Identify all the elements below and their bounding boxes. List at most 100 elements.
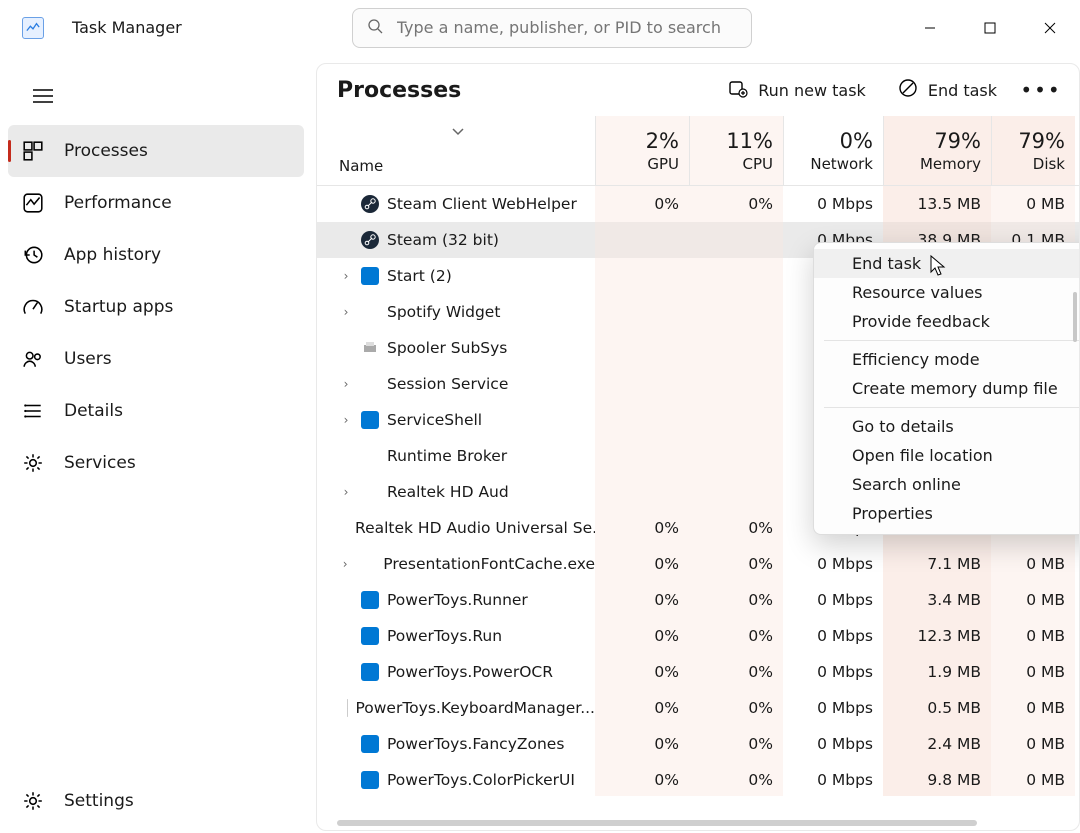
titlebar: Task Manager bbox=[0, 0, 1080, 55]
nav-startup-apps[interactable]: Startup apps bbox=[8, 281, 304, 333]
cell-gpu: 0% bbox=[595, 690, 689, 726]
process-row[interactable]: PowerToys.Runner0%0%0 Mbps3.4 MB0 MB bbox=[317, 582, 1079, 618]
nav-label: Services bbox=[64, 453, 136, 473]
end-task-label: End task bbox=[928, 81, 997, 100]
process-name: Steam (32 bit) bbox=[387, 231, 499, 249]
cell-gpu bbox=[595, 438, 689, 474]
cell-disk: 0 MB bbox=[991, 186, 1075, 222]
process-row[interactable]: Steam Client WebHelper0%0%0 Mbps13.5 MB0… bbox=[317, 186, 1079, 222]
process-row[interactable]: PowerToys.Run0%0%0 Mbps12.3 MB0 MB bbox=[317, 618, 1079, 654]
row-expander[interactable]: › bbox=[339, 557, 351, 571]
col-header-network[interactable]: 0%Network bbox=[783, 116, 883, 185]
cell-gpu: 0% bbox=[595, 582, 689, 618]
generic-process-icon bbox=[359, 555, 375, 573]
maximize-button[interactable] bbox=[960, 8, 1020, 48]
process-name: Spooler SubSys bbox=[387, 339, 507, 357]
nav-services[interactable]: Services bbox=[8, 437, 304, 489]
printer-icon bbox=[361, 339, 379, 357]
powertoys-icon bbox=[361, 771, 379, 789]
cell-cpu: 0% bbox=[689, 762, 783, 796]
cell-disk: 0 MB bbox=[991, 618, 1075, 654]
cell-disk: 0 MB bbox=[991, 690, 1075, 726]
nav-users[interactable]: Users bbox=[8, 333, 304, 385]
row-expander[interactable]: › bbox=[339, 413, 353, 427]
context-menu-item[interactable]: Open file location bbox=[814, 441, 1080, 470]
window-icon bbox=[361, 267, 379, 285]
process-row[interactable]: PowerToys.PowerOCR0%0%0 Mbps1.9 MB0 MB bbox=[317, 654, 1079, 690]
hamburger-button[interactable] bbox=[20, 73, 66, 119]
nav-app-history[interactable]: App history bbox=[8, 229, 304, 281]
nav-performance[interactable]: Performance bbox=[8, 177, 304, 229]
cell-cpu: 0% bbox=[689, 546, 783, 582]
nav-processes[interactable]: Processes bbox=[8, 125, 304, 177]
context-menu-item[interactable]: Resource values bbox=[814, 278, 1080, 307]
process-name: PowerToys.Run bbox=[387, 627, 502, 645]
search-bar[interactable] bbox=[352, 8, 752, 48]
cell-cpu: 0% bbox=[689, 618, 783, 654]
context-menu-item[interactable]: Efficiency mode bbox=[814, 345, 1080, 374]
process-row[interactable]: PowerToys.KeyboardManager...0%0%0 Mbps0.… bbox=[317, 690, 1079, 726]
cell-disk: 0 MB bbox=[991, 654, 1075, 690]
column-headers: Name 2%GPU 11%CPU 0%Network 79%Memory 79… bbox=[317, 116, 1079, 186]
row-expander[interactable]: › bbox=[339, 269, 353, 283]
cell-gpu bbox=[595, 474, 689, 510]
nav-label: App history bbox=[64, 245, 161, 265]
minimize-button[interactable] bbox=[900, 8, 960, 48]
cell-gpu bbox=[595, 330, 689, 366]
end-task-button[interactable]: End task bbox=[892, 72, 1003, 108]
cell-memory: 3.4 MB bbox=[883, 582, 991, 618]
process-row[interactable]: PowerToys.ColorPickerUI0%0%0 Mbps9.8 MB0… bbox=[317, 762, 1079, 796]
cell-memory: 7.1 MB bbox=[883, 546, 991, 582]
process-name: Runtime Broker bbox=[387, 447, 507, 465]
process-name: PowerToys.FancyZones bbox=[387, 735, 564, 753]
col-header-name[interactable]: Name bbox=[317, 116, 595, 185]
more-options-button[interactable]: ••• bbox=[1023, 72, 1059, 108]
cell-memory: 12.3 MB bbox=[883, 618, 991, 654]
cell-gpu: 0% bbox=[595, 618, 689, 654]
search-input[interactable] bbox=[397, 18, 737, 37]
process-name: Realtek HD Aud bbox=[387, 483, 509, 501]
context-menu-item[interactable]: Properties bbox=[814, 499, 1080, 528]
run-new-task-button[interactable]: Run new task bbox=[722, 72, 872, 108]
cell-cpu: 0% bbox=[689, 690, 783, 726]
steam-icon bbox=[361, 195, 379, 213]
row-expander[interactable]: › bbox=[339, 305, 353, 319]
vertical-scrollbar[interactable] bbox=[1073, 292, 1077, 342]
cell-gpu bbox=[595, 294, 689, 330]
close-button[interactable] bbox=[1020, 8, 1080, 48]
process-name: PowerToys.ColorPickerUI bbox=[387, 771, 575, 789]
app-icon bbox=[22, 17, 44, 39]
nav-settings[interactable]: Settings bbox=[8, 775, 304, 827]
process-row[interactable]: ›PresentationFontCache.exe0%0%0 Mbps7.1 … bbox=[317, 546, 1079, 582]
context-menu-item[interactable]: Search online bbox=[814, 470, 1080, 499]
window-controls bbox=[900, 8, 1080, 48]
context-menu-item[interactable]: Provide feedback bbox=[814, 307, 1080, 336]
cell-cpu bbox=[689, 438, 783, 474]
cell-gpu: 0% bbox=[595, 510, 689, 546]
cell-cpu bbox=[689, 402, 783, 438]
run-task-label: Run new task bbox=[758, 81, 866, 100]
context-menu-item[interactable]: Go to details bbox=[814, 412, 1080, 441]
col-header-disk[interactable]: 79%Disk bbox=[991, 116, 1075, 185]
cell-cpu bbox=[689, 222, 783, 258]
steam-icon bbox=[361, 231, 379, 249]
gear-icon bbox=[22, 452, 44, 474]
cell-memory: 1.9 MB bbox=[883, 654, 991, 690]
process-row[interactable]: PowerToys.FancyZones0%0%0 Mbps2.4 MB0 MB bbox=[317, 726, 1079, 762]
row-expander[interactable]: › bbox=[339, 485, 353, 499]
end-task-icon bbox=[898, 78, 918, 102]
cell-cpu bbox=[689, 366, 783, 402]
context-menu-item[interactable]: End task bbox=[814, 249, 1080, 278]
col-header-cpu[interactable]: 11%CPU bbox=[689, 116, 783, 185]
horizontal-scrollbar[interactable] bbox=[337, 820, 977, 826]
cell-gpu bbox=[595, 402, 689, 438]
context-menu-item[interactable]: Create memory dump file bbox=[814, 374, 1080, 403]
search-icon bbox=[367, 18, 383, 38]
col-header-gpu[interactable]: 2%GPU bbox=[595, 116, 689, 185]
panel-title: Processes bbox=[337, 78, 461, 103]
cell-cpu: 0% bbox=[689, 726, 783, 762]
cell-cpu bbox=[689, 330, 783, 366]
col-header-memory[interactable]: 79%Memory bbox=[883, 116, 991, 185]
nav-details[interactable]: Details bbox=[8, 385, 304, 437]
row-expander[interactable]: › bbox=[339, 377, 353, 391]
